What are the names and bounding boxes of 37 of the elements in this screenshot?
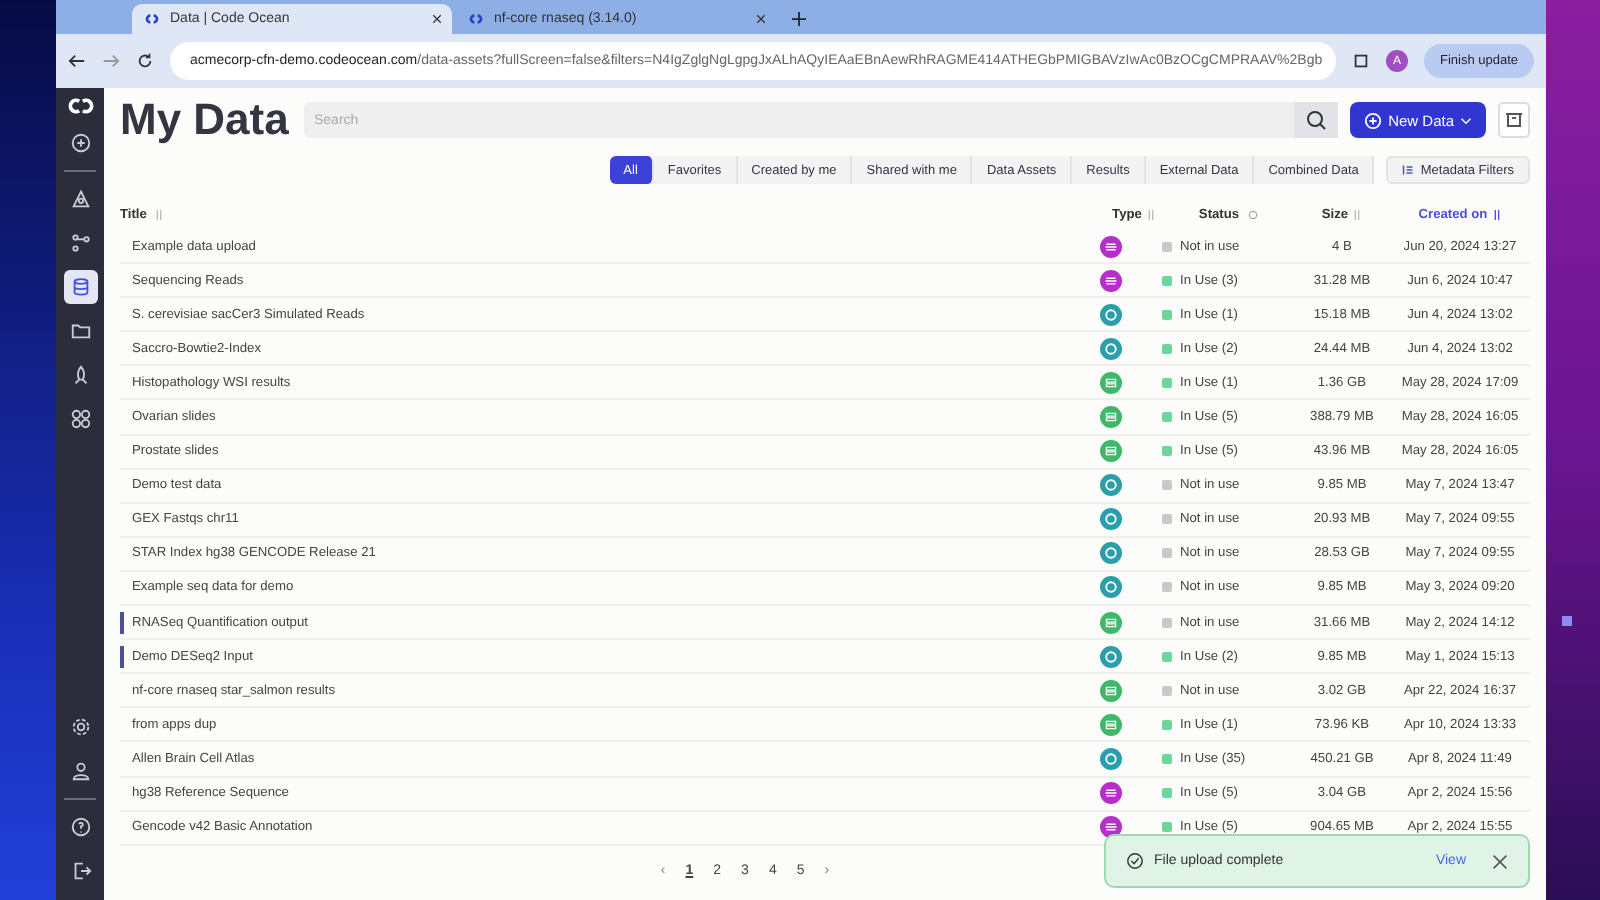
results-icon [1099,269,1121,292]
extensions-icon[interactable] [1351,52,1370,70]
dataset-icon [1099,713,1121,736]
external-data-icon [1099,474,1121,497]
external-data-icon [1099,747,1121,770]
reload-icon[interactable] [136,52,154,70]
external-data-icon [1099,576,1121,599]
caret-icon [1460,115,1472,125]
new-tab-icon[interactable] [792,12,806,26]
results-icon [1099,816,1121,839]
sort-icon[interactable] [1491,208,1502,222]
back-icon[interactable] [68,52,86,70]
close-icon[interactable] [756,14,766,24]
dataset-icon [1099,611,1121,634]
logo-icon[interactable] [65,96,95,116]
database-icon[interactable] [63,270,97,304]
logo-icon [142,12,162,26]
results-icon [1099,235,1121,258]
logo-icon [466,12,486,26]
search-icon[interactable] [1294,102,1339,138]
archive-icon[interactable] [1498,102,1530,138]
page-title: My Data [120,94,291,146]
check-icon [1126,852,1144,870]
results-icon [1099,782,1121,805]
external-data-icon [1099,542,1121,565]
external-data-icon [1099,337,1121,360]
external-data-icon [1099,303,1121,326]
list-icon [1402,164,1415,176]
close-icon[interactable] [432,14,442,24]
dataset-icon [1099,371,1121,394]
close-icon[interactable] [1492,853,1508,869]
plus-icon [1364,111,1383,129]
dataset-icon [1099,440,1121,463]
external-data-icon [1099,645,1121,668]
dataset-icon [1099,406,1121,429]
dataset-icon [1099,679,1121,702]
external-data-icon [1099,508,1121,531]
